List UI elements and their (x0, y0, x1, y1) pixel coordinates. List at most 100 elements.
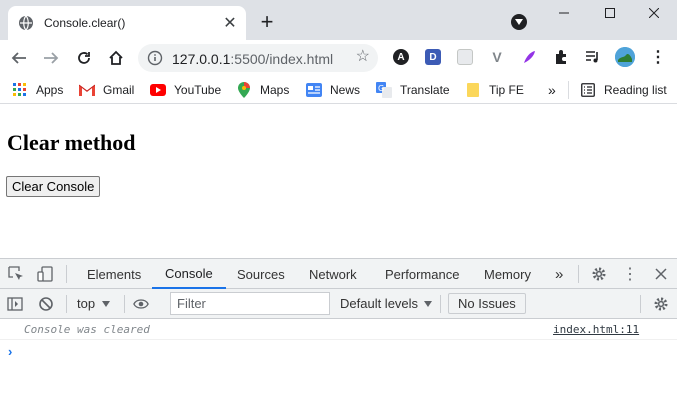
maps-pin-icon (236, 82, 252, 98)
clear-console-button[interactable]: Clear Console (6, 176, 101, 197)
toolbar-divider (66, 265, 67, 283)
chevron-down-icon (102, 300, 111, 307)
reload-button[interactable] (74, 48, 94, 68)
arrow-left-icon (11, 52, 26, 64)
tab-close-icon[interactable]: ✕ (220, 13, 240, 33)
bookmark-label: Gmail (103, 83, 135, 97)
console-prompt-icon[interactable]: › (8, 344, 12, 359)
console-message-source-link[interactable]: index.html:11 (553, 323, 639, 336)
more-tabs-button[interactable]: » (555, 259, 563, 289)
page-viewport: Clear method Clear Console (0, 105, 677, 258)
console-settings-gear-icon[interactable] (653, 296, 669, 312)
context-selector[interactable]: top (77, 296, 111, 311)
tab-memory[interactable]: Memory (484, 259, 531, 289)
back-button[interactable] (9, 48, 29, 68)
bookmarks-overflow-button[interactable]: » (548, 81, 556, 99)
bookmarks-bar: Apps Gmail YouTube Maps News G Translate (0, 76, 677, 104)
new-tab-button[interactable]: + (257, 11, 277, 33)
clear-console-icon[interactable] (38, 296, 54, 312)
log-levels-label: Default levels (340, 296, 419, 311)
bookmark-apps[interactable]: Apps (12, 81, 63, 99)
minimize-button[interactable] (541, 0, 587, 26)
maximize-icon (605, 8, 615, 18)
close-devtools-icon[interactable] (653, 266, 669, 282)
grid-extension-icon[interactable] (457, 49, 473, 65)
bookmark-youtube[interactable]: YouTube (150, 81, 221, 99)
console-toolbar: top Default levels No Issues (0, 289, 677, 319)
bookmark-label: YouTube (174, 83, 222, 97)
console-output: Console was cleared index.html:11 › (0, 320, 677, 402)
close-window-button[interactable] (631, 0, 677, 26)
bookmark-label: Maps (260, 83, 290, 97)
vue-extension-icon[interactable]: V (489, 49, 505, 65)
bookmark-news[interactable]: News (306, 81, 360, 99)
tab-strip: Console.clear() ✕ + (0, 0, 677, 40)
tab-sources[interactable]: Sources (237, 259, 285, 289)
maximize-button[interactable] (587, 0, 633, 26)
bookmarks-divider (568, 81, 569, 99)
chevron-down-icon (424, 300, 433, 307)
bookmark-label: Tip FE (489, 83, 524, 97)
arrow-right-icon (44, 52, 59, 64)
live-expression-eye-icon[interactable] (133, 296, 149, 312)
toolbar-divider (440, 295, 441, 313)
console-message: Console was cleared index.html:11 (0, 320, 677, 340)
minimize-icon (559, 12, 569, 14)
tab-search-button[interactable] (511, 14, 527, 30)
reading-list-label: Reading list (604, 83, 667, 97)
toolbar-divider (578, 265, 579, 283)
url-text: 127.0.0.1:5500/index.html (172, 51, 334, 67)
tab-network[interactable]: Network (309, 259, 357, 289)
forward-button[interactable] (41, 48, 61, 68)
angular-extension-icon[interactable]: A (393, 49, 409, 65)
translate-icon: G (376, 82, 392, 98)
profile-avatar[interactable] (615, 47, 635, 67)
svg-text:G: G (378, 84, 384, 93)
d-extension-icon[interactable]: D (425, 49, 441, 65)
bookmark-tip-fe[interactable]: Tip FE (465, 81, 524, 99)
devtools-menu-kebab-icon[interactable]: ⋮ (622, 266, 638, 283)
folder-icon (465, 82, 481, 98)
browser-tab[interactable]: Console.clear() ✕ (8, 6, 246, 40)
bookmark-label: Translate (400, 83, 450, 97)
bookmark-star-icon[interactable]: ☆ (356, 49, 370, 65)
extensions-puzzle-icon[interactable] (553, 49, 569, 65)
globe-icon (18, 15, 34, 31)
toolbar-divider (66, 295, 67, 313)
apps-grid-icon (12, 82, 28, 98)
device-toolbar-icon[interactable] (37, 266, 53, 282)
gmail-icon (79, 82, 95, 98)
info-icon[interactable] (147, 50, 163, 66)
close-icon (649, 8, 659, 18)
inspect-element-icon[interactable] (8, 266, 24, 282)
home-button[interactable] (106, 48, 126, 68)
bookmark-translate[interactable]: G Translate (376, 81, 450, 99)
feather-extension-icon[interactable] (521, 49, 537, 65)
bookmark-label: Apps (36, 83, 64, 97)
devtools-tab-bar: Elements Console Sources Network Perform… (0, 258, 677, 289)
reload-icon (78, 52, 90, 64)
tab-title: Console.clear() (44, 16, 126, 30)
log-levels-dropdown[interactable]: Default levels (340, 296, 433, 311)
toolbar-divider (640, 295, 641, 313)
tab-elements[interactable]: Elements (87, 259, 141, 289)
browser-toolbar: 127.0.0.1:5500/index.html ☆ A D V ⋮ (0, 40, 677, 76)
settings-gear-icon[interactable] (591, 266, 607, 282)
bookmark-label: News (330, 83, 361, 97)
bookmark-gmail[interactable]: Gmail (79, 81, 134, 99)
issues-button[interactable]: No Issues (448, 293, 526, 314)
home-icon (109, 50, 123, 65)
console-filter-input[interactable] (170, 292, 330, 315)
tab-performance[interactable]: Performance (385, 259, 459, 289)
bookmark-maps[interactable]: Maps (236, 81, 289, 99)
reading-list-icon (580, 82, 596, 98)
menu-kebab-icon[interactable]: ⋮ (650, 49, 666, 66)
context-label: top (77, 296, 96, 311)
toolbar-divider (124, 295, 125, 313)
address-bar[interactable]: 127.0.0.1:5500/index.html ☆ (138, 44, 378, 72)
tab-console[interactable]: Console (152, 259, 226, 289)
media-queue-icon[interactable] (585, 49, 601, 65)
reading-list-button[interactable]: Reading list (580, 81, 667, 99)
news-icon (306, 82, 322, 98)
sidebar-toggle-icon[interactable] (7, 296, 23, 312)
